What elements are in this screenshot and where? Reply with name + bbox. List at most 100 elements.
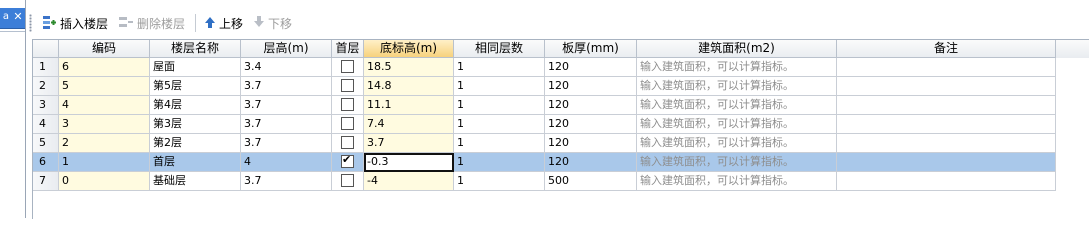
cell-remarks[interactable] bbox=[837, 96, 1056, 115]
delete-floor-button[interactable]: 删除楼层 bbox=[114, 12, 189, 34]
row-number[interactable]: 7 bbox=[33, 172, 59, 191]
first-floor-checkbox[interactable] bbox=[341, 59, 354, 73]
cell-code[interactable]: 2 bbox=[59, 134, 150, 153]
cell-same-floor-count[interactable]: 1 bbox=[454, 134, 545, 153]
cell-remarks[interactable] bbox=[837, 115, 1056, 134]
cell-same-floor-count[interactable]: 1 bbox=[454, 58, 545, 77]
cell-slab-thickness[interactable]: 120 bbox=[545, 96, 637, 115]
cell-floor-name[interactable]: 第4层 bbox=[150, 96, 241, 115]
cell-code[interactable]: 0 bbox=[59, 172, 150, 191]
cell-floor-name[interactable]: 屋面 bbox=[150, 58, 241, 77]
cell-floor-name[interactable]: 首层 bbox=[150, 153, 241, 172]
row-number[interactable]: 1 bbox=[33, 58, 59, 77]
cell-bottom-elevation[interactable]: 18.5 bbox=[364, 58, 454, 77]
table-row[interactable]: 7 0 基础层 3.7 -4 1 500 输入建筑面积，可以计算指标。 bbox=[33, 172, 1089, 191]
first-floor-checkbox[interactable] bbox=[341, 135, 354, 149]
row-number[interactable]: 6 bbox=[33, 153, 59, 172]
cell-first-floor[interactable] bbox=[332, 172, 364, 191]
table-row[interactable]: 5 2 第2层 3.7 3.7 1 120 输入建筑面积，可以计算指标。 bbox=[33, 134, 1089, 153]
cell-building-area[interactable]: 输入建筑面积，可以计算指标。 bbox=[637, 96, 837, 115]
cell-same-floor-count[interactable]: 1 bbox=[454, 115, 545, 134]
cell-code[interactable]: 5 bbox=[59, 77, 150, 96]
cell-slab-thickness[interactable]: 120 bbox=[545, 115, 637, 134]
cell-bottom-elevation[interactable]: -4 bbox=[364, 172, 454, 191]
cell-remarks[interactable] bbox=[837, 172, 1056, 191]
cell-same-floor-count[interactable]: 1 bbox=[454, 77, 545, 96]
cell-first-floor[interactable] bbox=[332, 153, 364, 172]
cell-remarks[interactable] bbox=[837, 134, 1056, 153]
header-building-area[interactable]: 建筑面积(m2) bbox=[637, 40, 837, 58]
table-row[interactable]: 1 6 屋面 3.4 18.5 1 120 输入建筑面积，可以计算指标。 bbox=[33, 58, 1089, 77]
table-row[interactable]: 61首层4-0.31120输入建筑面积，可以计算指标。 bbox=[33, 153, 1089, 172]
cell-remarks[interactable] bbox=[837, 58, 1056, 77]
cell-slab-thickness[interactable]: 120 bbox=[545, 134, 637, 153]
cell-building-area[interactable]: 输入建筑面积，可以计算指标。 bbox=[637, 77, 837, 96]
cell-bottom-elevation[interactable]: 3.7 bbox=[364, 134, 454, 153]
header-first-floor[interactable]: 首层 bbox=[332, 40, 364, 58]
first-floor-checkbox[interactable] bbox=[341, 116, 354, 130]
cell-building-area[interactable]: 输入建筑面积，可以计算指标。 bbox=[637, 172, 837, 191]
row-number[interactable]: 2 bbox=[33, 77, 59, 96]
cell-bottom-elevation[interactable]: 7.4 bbox=[364, 115, 454, 134]
cell-slab-thickness[interactable]: 120 bbox=[545, 153, 637, 172]
first-floor-checkbox[interactable] bbox=[341, 173, 354, 187]
header-floor-name[interactable]: 楼层名称 bbox=[150, 40, 241, 58]
cell-first-floor[interactable] bbox=[332, 58, 364, 77]
table-row[interactable]: 3 4 第4层 3.7 11.1 1 120 输入建筑面积，可以计算指标。 bbox=[33, 96, 1089, 115]
cell-remarks[interactable] bbox=[837, 77, 1056, 96]
header-same-floor-count[interactable]: 相同层数 bbox=[454, 40, 545, 58]
cell-floor-height[interactable]: 3.7 bbox=[241, 115, 332, 134]
header-floor-height[interactable]: 层高(m) bbox=[241, 40, 332, 58]
cell-building-area[interactable]: 输入建筑面积，可以计算指标。 bbox=[637, 115, 837, 134]
cell-first-floor[interactable] bbox=[332, 115, 364, 134]
table-row[interactable]: 4 3 第3层 3.7 7.4 1 120 输入建筑面积，可以计算指标。 bbox=[33, 115, 1089, 134]
cell-building-area[interactable]: 输入建筑面积，可以计算指标。 bbox=[637, 134, 837, 153]
cell-floor-name[interactable]: 第3层 bbox=[150, 115, 241, 134]
first-floor-checkbox[interactable] bbox=[341, 78, 354, 92]
cell-floor-height[interactable]: 3.7 bbox=[241, 172, 332, 191]
table-row[interactable]: 2 5 第5层 3.7 14.8 1 120 输入建筑面积，可以计算指标。 bbox=[33, 77, 1089, 96]
cell-first-floor[interactable] bbox=[332, 134, 364, 153]
left-panel-tab[interactable]: a ✕ bbox=[0, 8, 25, 29]
move-down-button[interactable]: 下移 bbox=[249, 12, 296, 34]
row-number[interactable]: 3 bbox=[33, 96, 59, 115]
cell-code[interactable]: 6 bbox=[59, 58, 150, 77]
cell-first-floor[interactable] bbox=[332, 96, 364, 115]
cell-code[interactable]: 1 bbox=[59, 153, 150, 172]
cell-bottom-elevation[interactable]: 11.1 bbox=[364, 96, 454, 115]
cell-code[interactable]: 3 bbox=[59, 115, 150, 134]
close-icon[interactable]: ✕ bbox=[12, 10, 24, 24]
cell-slab-thickness[interactable]: 120 bbox=[545, 58, 637, 77]
toolbar-grip[interactable] bbox=[29, 14, 32, 32]
insert-floor-button[interactable]: 插入楼层 bbox=[37, 12, 112, 34]
cell-floor-height[interactable]: 4 bbox=[241, 153, 332, 172]
cell-floor-name[interactable]: 基础层 bbox=[150, 172, 241, 191]
header-bottom-elevation[interactable]: 底标高(m) bbox=[364, 40, 454, 58]
move-up-button[interactable]: 上移 bbox=[200, 12, 247, 34]
row-number[interactable]: 4 bbox=[33, 115, 59, 134]
cell-floor-name[interactable]: 第5层 bbox=[150, 77, 241, 96]
header-slab-thickness[interactable]: 板厚(mm) bbox=[545, 40, 637, 58]
cell-floor-height[interactable]: 3.7 bbox=[241, 77, 332, 96]
cell-code[interactable]: 4 bbox=[59, 96, 150, 115]
cell-same-floor-count[interactable]: 1 bbox=[454, 172, 545, 191]
cell-first-floor[interactable] bbox=[332, 77, 364, 96]
cell-floor-name[interactable]: 第2层 bbox=[150, 134, 241, 153]
cell-bottom-elevation[interactable]: -0.3 bbox=[364, 153, 454, 172]
cell-remarks[interactable] bbox=[837, 153, 1056, 172]
header-code[interactable]: 编码 bbox=[59, 40, 150, 58]
cell-building-area[interactable]: 输入建筑面积，可以计算指标。 bbox=[637, 153, 837, 172]
cell-same-floor-count[interactable]: 1 bbox=[454, 96, 545, 115]
cell-slab-thickness[interactable]: 120 bbox=[545, 77, 637, 96]
cell-slab-thickness[interactable]: 500 bbox=[545, 172, 637, 191]
cell-bottom-elevation[interactable]: 14.8 bbox=[364, 77, 454, 96]
cell-floor-height[interactable]: 3.7 bbox=[241, 134, 332, 153]
first-floor-checkbox[interactable] bbox=[341, 153, 354, 168]
cell-floor-height[interactable]: 3.4 bbox=[241, 58, 332, 77]
cell-same-floor-count[interactable]: 1 bbox=[454, 153, 545, 172]
first-floor-checkbox[interactable] bbox=[341, 97, 354, 111]
cell-building-area[interactable]: 输入建筑面积，可以计算指标。 bbox=[637, 58, 837, 77]
row-number[interactable]: 5 bbox=[33, 134, 59, 153]
header-remarks[interactable]: 备注 bbox=[837, 40, 1056, 58]
cell-floor-height[interactable]: 3.7 bbox=[241, 96, 332, 115]
